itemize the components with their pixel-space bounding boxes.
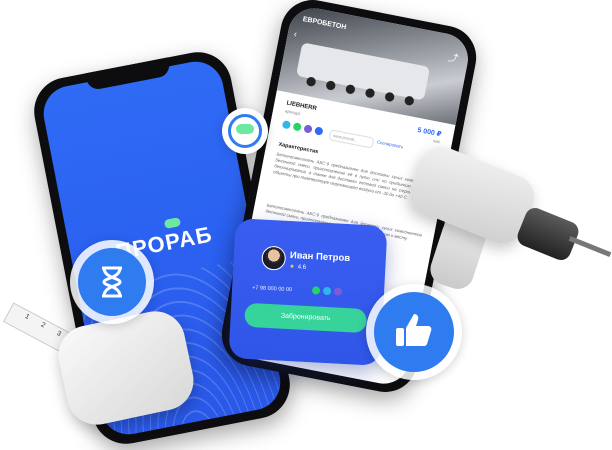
avatar — [261, 245, 287, 271]
share-icon[interactable]: ⤴ — [447, 49, 460, 65]
contact-card: Иван Петров ★ 4.6 +7 98 000 00 00 Заброни… — [228, 218, 388, 366]
hourglass-icon — [102, 266, 122, 298]
hourglass-badge — [70, 240, 154, 324]
rating: ★ 4.6 — [289, 263, 307, 271]
tape-mark: 3 — [55, 329, 63, 338]
hero-brand: ЕВРОБЕТОН — [302, 16, 347, 32]
product-price: 5 000 ₽ — [416, 126, 443, 139]
book-button[interactable]: Забронировать — [244, 302, 368, 334]
description-text: Бетоносмеситель АБС-9 предназначен для д… — [272, 151, 433, 201]
viber-icon[interactable] — [303, 124, 313, 134]
drill-bit — [568, 235, 612, 258]
truck-image — [295, 42, 431, 101]
product-subtitle: аренда — [284, 108, 301, 117]
price-unit: час — [432, 138, 441, 145]
telegram-icon[interactable] — [281, 120, 292, 130]
back-arrow-icon[interactable]: ‹ — [293, 29, 298, 39]
thumbs-up-badge — [366, 284, 462, 380]
cloud-badge — [222, 108, 268, 154]
card-social-icons — [311, 286, 343, 296]
social-icons — [281, 120, 324, 136]
thumbs-up-icon — [396, 314, 432, 346]
rating-value: 4.6 — [297, 264, 307, 271]
tape-mark: 2 — [39, 321, 47, 330]
copy-button[interactable]: Скопировать — [376, 139, 403, 149]
link-icon[interactable] — [314, 126, 324, 136]
contact-phone[interactable]: +7 98 000 00 00 — [252, 285, 292, 293]
telegram-icon[interactable] — [322, 286, 332, 296]
tape-mark: 1 — [23, 313, 31, 322]
cloud-icon — [236, 124, 254, 134]
site-field[interactable]: www.proraб... — [328, 129, 375, 149]
contact-name: Иван Петров — [289, 250, 351, 265]
viber-icon[interactable] — [333, 287, 343, 296]
whatsapp-icon[interactable] — [311, 286, 321, 295]
whatsapp-icon[interactable] — [292, 122, 302, 132]
